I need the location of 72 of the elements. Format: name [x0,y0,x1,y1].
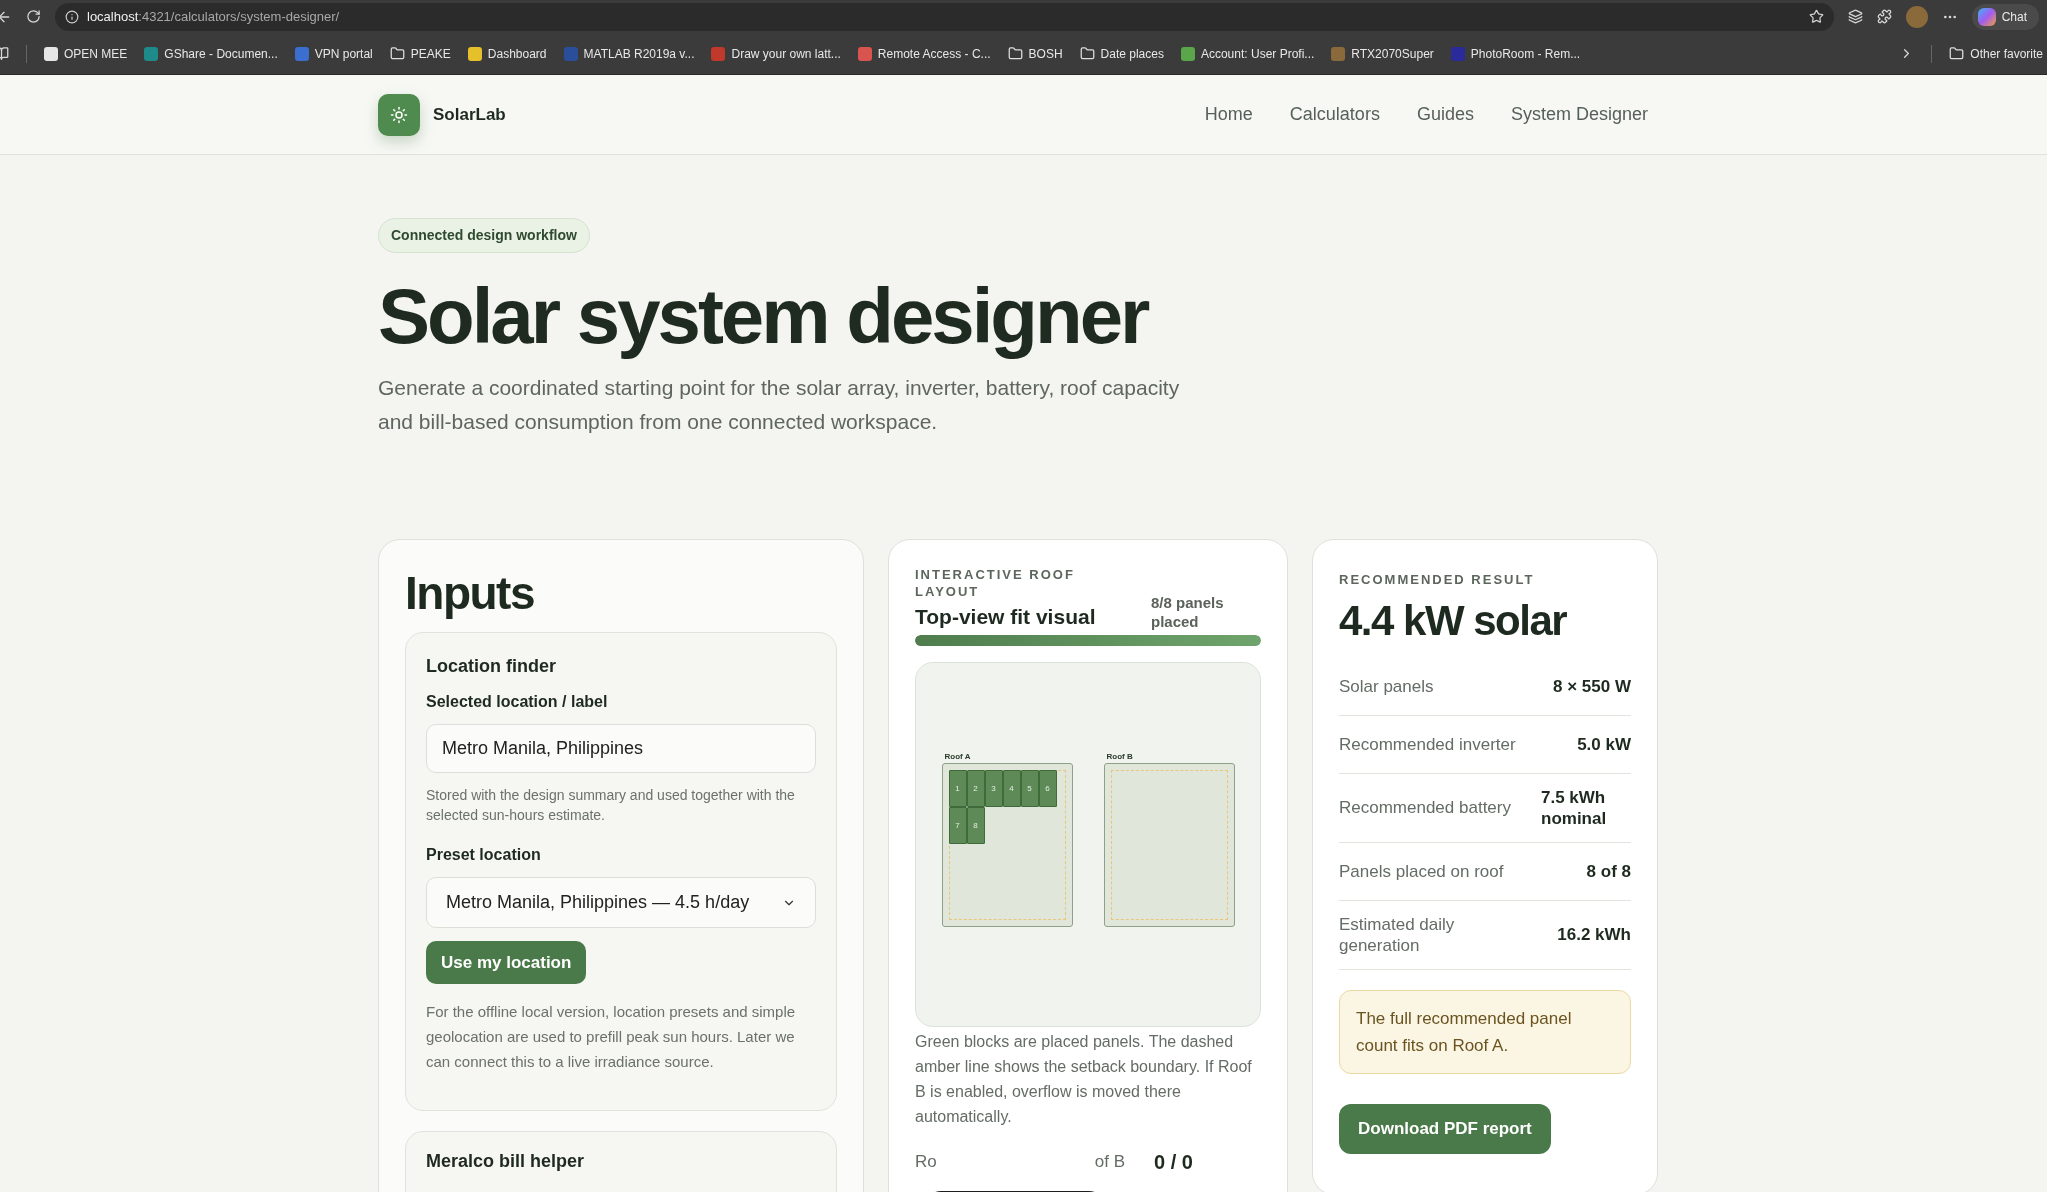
bookmark-link[interactable]: PhotoRoom - Rem... [1470,44,1581,63]
roof-label: Roof A [944,751,971,762]
folder-icon [1007,46,1023,61]
bookmark-link[interactable]: RTX2070Super [1351,44,1434,63]
address-bar[interactable]: localhost:4321/calculators/system-designer/ [55,2,1834,31]
field-label: Preset location [426,845,542,865]
result-headline: 4.4 kW solar [1339,595,1568,646]
card-title: Inputs [405,566,535,620]
bookmark-link[interactable]: BOSH [1028,44,1063,63]
section-eyebrow: INTERACTIVE ROOF LAYOUT [915,566,1076,600]
nav-link[interactable]: Calculators [1289,101,1380,128]
result-value: 7.5 kWh nominal [1541,786,1608,829]
section-eyebrow: RECOMMENDED RESULT [1339,571,1536,589]
collections-icon[interactable] [1847,9,1863,24]
preset-select[interactable]: Metro Manila, Philippines — 4.5 h/day [426,877,816,928]
url-text: localhost:4321/calculators/system-designer/ [87,7,340,26]
bookmark-link[interactable]: Dashboard [487,44,547,63]
bookmark-link[interactable]: Remote Access - C... [877,44,991,63]
bookmark-link[interactable]: VPN portal [314,44,373,63]
chat-button[interactable]: Chat [1971,3,2039,30]
roof-label: Roof B [1106,751,1133,762]
nav-link[interactable]: Guides [1416,101,1474,128]
use-location-button[interactable]: Use my location [426,941,587,984]
nav-link[interactable]: System Designer [1510,101,1648,128]
solar-panel[interactable]: 1 [948,769,967,807]
row-label: Ro [915,1151,937,1174]
workflow-badge: Connected design workflow [378,218,590,253]
download-report-button[interactable]: Download PDF report [1339,1103,1551,1154]
result-value: 16.2 kWh [1557,924,1631,945]
result-label: Estimated daily generation [1339,913,1456,956]
result-value: 5.0 kW [1577,733,1631,755]
nav-link[interactable]: Home [1204,101,1253,128]
result-label: Panels placed on roof [1339,860,1504,882]
row-value: 0 / 0 [1154,1150,1193,1175]
chat-logo-icon [1977,7,1996,26]
row-label: of B [1094,1151,1125,1174]
bookmark-link[interactable]: Draw your own latt... [731,44,841,63]
field-label: Selected location / label [426,692,609,712]
bookmark-link[interactable]: MATLAB R2019a v... [583,44,695,63]
sun-icon [390,105,408,124]
bookmark-link[interactable]: OPEN MEE [64,44,128,63]
field-hint: Stored with the design summary and used together with the selected sun-hours estimate. [426,786,796,825]
page-title: Solar system designer [378,271,1149,361]
layout-caption: Green blocks are placed panels. The dashed amber line shows the setback boundary. If Roof B is enabled, overflow is moved there automatically. [915,1032,1253,1127]
result-value: 8 of 8 [1586,860,1631,882]
section-title: Meralco bill helper [426,1150,586,1173]
placed-count: 8/8 panels placed [1151,593,1225,631]
bookmark-link[interactable]: GShare - Documen... [164,44,278,63]
fit-note: The full recommended panel count fits on Roof A. [1339,989,1631,1074]
location-input[interactable]: Metro Manila, Philippines [426,724,816,773]
result-label: Recommended battery [1339,797,1511,818]
folder-icon [389,46,405,61]
result-label: Solar panels [1339,675,1434,697]
bookmark-link[interactable]: Other favorite [1970,44,2043,63]
reload-icon[interactable] [26,9,41,24]
info-icon[interactable] [65,9,79,24]
bookmark-link[interactable]: PEAKE [410,44,451,63]
section-title: Location finder [426,655,557,678]
folder-icon [1949,46,1965,61]
result-value: 8 × 550 W [1553,675,1631,697]
section-title: Top-view fit visual [915,604,1097,630]
brand-name[interactable]: SolarLab [433,101,506,128]
star-icon[interactable] [1808,9,1824,24]
page-subtitle: Generate a coordinated starting point for the solar array, inverter, battery, roof capacity and bill-based consumption from one connected workspace. [378,375,1181,435]
folder-icon [1079,46,1095,61]
info-note: For the offline local version, location presets and simple geolocation are used to prefill peak sun hours. Later we can connect this to a live irradiance source. [426,1002,797,1072]
bookmark-link[interactable]: Account: User Profi... [1200,44,1315,63]
bookmark-link[interactable]: Date places [1100,44,1164,63]
extensions-icon[interactable] [1876,9,1892,24]
result-label: Recommended inverter [1339,733,1516,755]
logo-tile[interactable] [378,93,420,136]
solar-panel[interactable]: 7 [948,806,967,844]
